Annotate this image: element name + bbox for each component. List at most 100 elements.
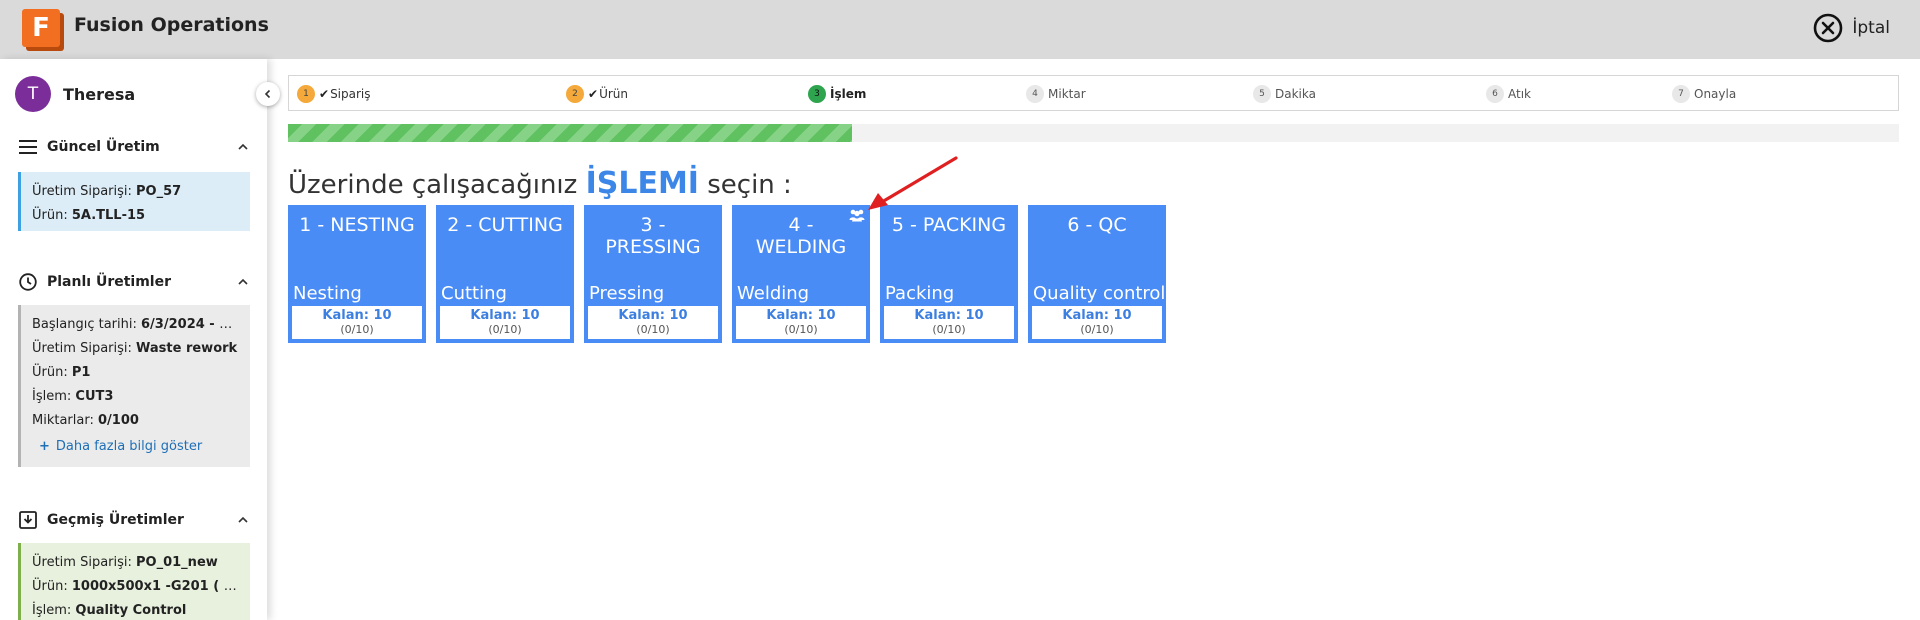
remaining-label: Kalan: 10 <box>1062 308 1132 323</box>
fusion-logo: F <box>22 9 64 51</box>
step-label: Dakika <box>1275 87 1316 101</box>
remaining-label: Kalan: 10 <box>618 308 688 323</box>
operation-code: 5 - PACKING <box>891 214 1007 236</box>
list-icon <box>18 137 38 157</box>
step-label: Sipariş <box>330 87 371 101</box>
planned-production-card: Başlangıç tarihi: 6/3/2024 - 4:... Üreti… <box>18 305 250 467</box>
step-number: 7 <box>1672 85 1690 103</box>
info-row: İşlem: Quality Control <box>32 603 187 618</box>
operation-tile-pressing[interactable]: 3 - PRESSING Pressing Kalan: 10 (0/10) <box>584 205 722 343</box>
wizard-progress-bar <box>288 124 1899 142</box>
top-bar: F Fusion Operations İptal <box>0 0 1920 59</box>
step-number: 6 <box>1486 85 1504 103</box>
operation-name: Welding <box>737 283 810 304</box>
operation-tile-welding[interactable]: 4 - WELDING Welding Kalan: 10 (0/10) <box>732 205 870 343</box>
page-heading: Üzerinde çalışacağınız İŞLEMİ seçin : <box>288 166 792 201</box>
chevron-up-icon[interactable] <box>236 275 250 289</box>
cancel-button[interactable]: İptal <box>1813 13 1890 43</box>
step-number: 2 <box>566 85 584 103</box>
current-production-card: Üretim Siparişi: PO_57 Ürün: 5A.TLL-15 <box>18 172 250 231</box>
operation-tile-qc[interactable]: 6 - QC Quality control Kalan: 10 (0/10) <box>1028 205 1166 343</box>
annotation-arrow <box>868 156 958 210</box>
step-number: 5 <box>1253 85 1271 103</box>
operation-name: Nesting <box>293 283 362 304</box>
remaining-box: Kalan: 10 (0/10) <box>292 306 422 339</box>
step-number: 4 <box>1026 85 1044 103</box>
remaining-box: Kalan: 10 (0/10) <box>736 306 866 339</box>
step-siparis[interactable]: 1 ✔ Sipariş <box>297 85 371 103</box>
remaining-label: Kalan: 10 <box>914 308 984 323</box>
user-profile[interactable]: T Theresa <box>15 76 135 112</box>
operation-code: 3 - PRESSING <box>605 214 701 258</box>
step-number: 1 <box>297 85 315 103</box>
info-row: Başlangıç tarihi: 6/3/2024 - 4:... <box>32 317 239 332</box>
operation-code: 4 - WELDING <box>755 214 847 258</box>
plus-icon: + <box>39 439 50 454</box>
avatar: T <box>15 76 51 112</box>
sidebar-collapse-button[interactable] <box>256 82 280 106</box>
step-miktar[interactable]: 4 Miktar <box>1026 85 1086 103</box>
section-title: Güncel Üretim <box>47 139 160 155</box>
remaining-box: Kalan: 10 (0/10) <box>440 306 570 339</box>
operation-code: 6 - QC <box>1067 214 1127 236</box>
wizard-stepper: 1 ✔ Sipariş 2 ✔ Ürün 3 İşlem 4 Miktar 5 … <box>288 75 1899 111</box>
app-title: Fusion Operations <box>74 14 269 36</box>
info-row: Üretim Siparişi: Waste rework <box>32 341 238 356</box>
operation-tile-packing[interactable]: 5 - PACKING Packing Kalan: 10 (0/10) <box>880 205 1018 343</box>
check-icon: ✔ <box>588 87 599 101</box>
info-row: Miktarlar: 0/100 <box>32 413 139 428</box>
step-label: İşlem <box>830 87 867 101</box>
remaining-count: (0/10) <box>488 323 522 336</box>
logo-letter: F <box>22 9 60 47</box>
operation-name: Cutting <box>441 283 507 304</box>
clock-icon <box>18 272 38 292</box>
download-box-icon <box>18 510 38 530</box>
remaining-count: (0/10) <box>784 323 818 336</box>
step-atik[interactable]: 6 Atık <box>1486 85 1531 103</box>
info-row: Ürün: 5A.TLL-15 <box>32 208 146 223</box>
operation-code: 2 - CUTTING <box>447 214 563 236</box>
section-current-production[interactable]: Güncel Üretim <box>18 136 250 158</box>
remaining-box: Kalan: 10 (0/10) <box>588 306 718 339</box>
chevron-left-icon <box>264 89 271 99</box>
operation-name: Packing <box>885 283 955 304</box>
remaining-label: Kalan: 10 <box>322 308 392 323</box>
step-label: Ürün <box>599 87 628 101</box>
user-name: Theresa <box>63 84 136 104</box>
step-urun[interactable]: 2 ✔ Ürün <box>566 85 628 103</box>
remaining-count: (0/10) <box>1080 323 1114 336</box>
remaining-count: (0/10) <box>932 323 966 336</box>
step-label: Onayla <box>1694 87 1737 101</box>
operation-code: 1 - NESTING <box>299 214 415 236</box>
info-row: Ürün: 1000x500x1 -G201 ( 100... <box>32 579 239 594</box>
past-production-card: Üretim Siparişi: PO_01_new Ürün: 1000x50… <box>18 543 250 620</box>
remaining-label: Kalan: 10 <box>766 308 836 323</box>
info-row: Üretim Siparişi: PO_57 <box>32 184 182 199</box>
check-icon: ✔ <box>319 87 330 101</box>
chevron-up-icon[interactable] <box>236 513 250 527</box>
remaining-box: Kalan: 10 (0/10) <box>1032 306 1162 339</box>
step-number: 3 <box>808 85 826 103</box>
progress-fill <box>288 124 852 142</box>
section-title: Planlı Üretimler <box>47 274 171 290</box>
info-row: Ürün: P1 <box>32 365 91 380</box>
operation-name: Quality control <box>1033 283 1166 304</box>
cancel-label: İptal <box>1852 18 1890 38</box>
section-past-productions[interactable]: Geçmiş Üretimler <box>18 509 250 531</box>
remaining-label: Kalan: 10 <box>470 308 540 323</box>
remaining-box: Kalan: 10 (0/10) <box>884 306 1014 339</box>
info-row: Üretim Siparişi: PO_01_new <box>32 555 218 570</box>
sidebar: T Theresa Güncel Üretim Üretim Siparişi:… <box>0 59 267 620</box>
show-more-link[interactable]: + Daha fazla bilgi göster <box>32 433 239 461</box>
step-islem[interactable]: 3 İşlem <box>808 85 866 103</box>
step-dakika[interactable]: 5 Dakika <box>1253 85 1316 103</box>
remaining-count: (0/10) <box>340 323 374 336</box>
operation-tile-cutting[interactable]: 2 - CUTTING Cutting Kalan: 10 (0/10) <box>436 205 574 343</box>
step-label: Atık <box>1508 87 1531 101</box>
operation-tile-nesting[interactable]: 1 - NESTING Nesting Kalan: 10 (0/10) <box>288 205 426 343</box>
step-onayla[interactable]: 7 Onayla <box>1672 85 1736 103</box>
section-planned-productions[interactable]: Planlı Üretimler <box>18 271 250 293</box>
info-row: İşlem: CUT3 <box>32 389 114 404</box>
chevron-up-icon[interactable] <box>236 140 250 154</box>
remaining-count: (0/10) <box>636 323 670 336</box>
